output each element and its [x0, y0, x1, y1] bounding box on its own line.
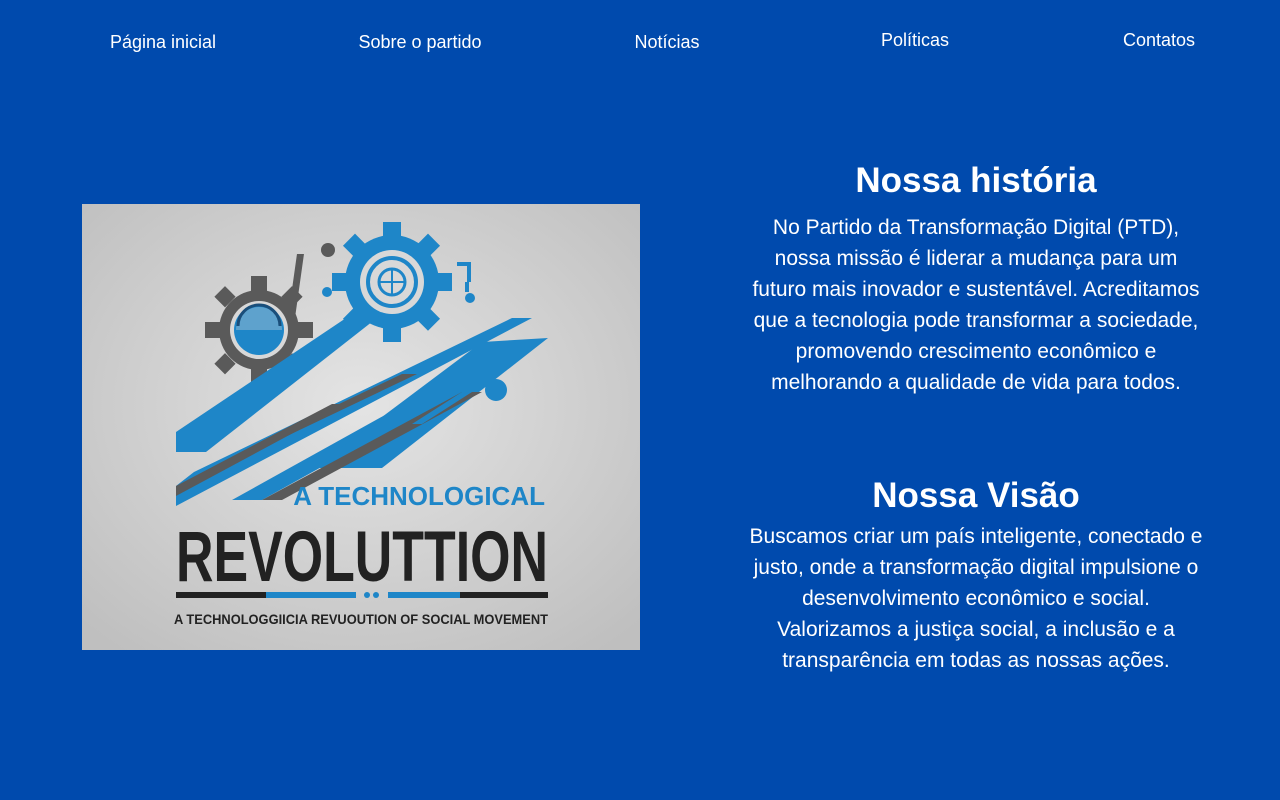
history-title: Nossa história — [855, 161, 1097, 200]
logo-line1-text: A TECHNOLOGICAL — [293, 481, 545, 511]
hero-logo-image: A TECHNOLOGICAL REVOLUTTION A TECHNOLOGG… — [82, 204, 640, 650]
history-body: No Partido da Transformação Digital (PTD… — [752, 216, 1200, 394]
history-section: Nossa história No Partido da Transformaç… — [746, 158, 1206, 398]
nav-link-about-party[interactable]: Sobre o partido — [358, 30, 481, 54]
logo-tagline-text: A TECHNOLOGGIICIA REVUOUTION OF SOCIAL M… — [174, 611, 548, 627]
logo-line2-text: REVOLUTTION — [176, 518, 548, 597]
revolution-logo-graphic: A TECHNOLOGICAL REVOLUTTION A TECHNOLOGG… — [82, 204, 640, 650]
vision-title: Nossa Visão — [872, 476, 1080, 515]
nav-link-policies[interactable]: Políticas — [881, 28, 949, 52]
nav-link-home[interactable]: Página inicial — [110, 30, 216, 54]
nav-link-news[interactable]: Notícias — [634, 30, 699, 54]
nav-link-contacts[interactable]: Contatos — [1123, 28, 1195, 52]
vision-section: Nossa Visão Buscamos criar um país intel… — [746, 473, 1206, 676]
vision-body: Buscamos criar um país inteligente, cone… — [749, 525, 1203, 672]
